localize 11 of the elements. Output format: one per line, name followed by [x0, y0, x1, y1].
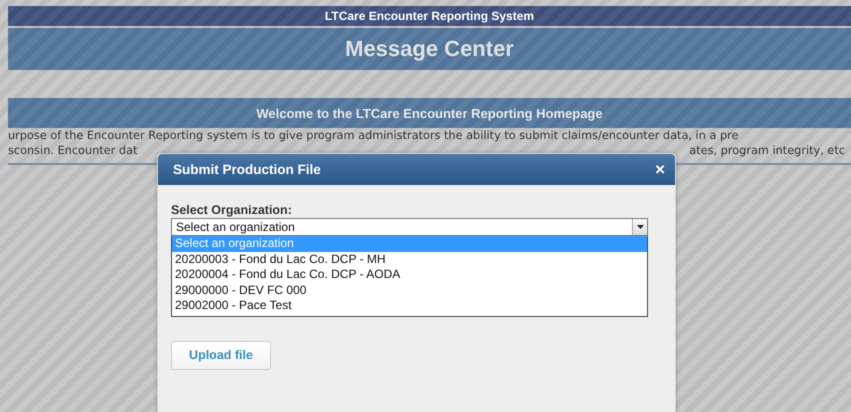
intro-text: urpose of the Encounter Reporting system is to give program administrators the ability to submit claims/encounter data, in a pre: [8, 128, 740, 143]
welcome-bar: Welcome to the LTCare Encounter Reporting Homepage: [8, 98, 851, 128]
intro-text: ates, program integrity, etc: [689, 143, 845, 158]
close-button[interactable]: ×: [655, 161, 665, 178]
system-title-bar: LTCare Encounter Reporting System: [8, 6, 851, 26]
page-title-bar: Message Center: [8, 28, 851, 70]
organization-select[interactable]: Select an organization: [171, 218, 648, 236]
field-label: Select Organization:: [171, 203, 293, 217]
caret-icon: [632, 219, 647, 235]
intro-text: sconsin. Encounter dat: [8, 143, 138, 158]
dialog-title: Submit Production File: [173, 162, 321, 177]
